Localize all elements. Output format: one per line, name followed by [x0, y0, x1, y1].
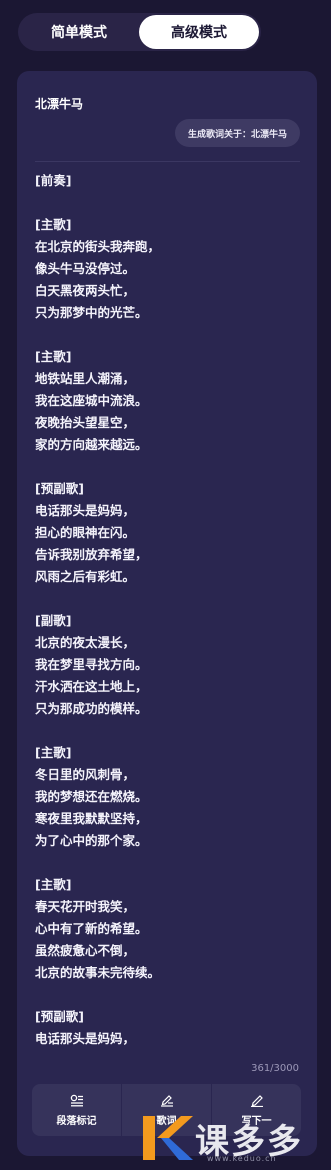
lyrics-editor[interactable]: [前奏] [主歌] 在北京的街头我奔跑， 像头牛马没停过。 白天黑夜两头忙， 只为那梦中的…	[35, 170, 297, 1056]
lyric-line: 像头牛马没停过。	[35, 261, 136, 276]
edit-lyrics-icon	[160, 1095, 173, 1107]
lyric-line	[35, 192, 297, 214]
song-title: 北漂牛马	[35, 97, 84, 111]
lyric-line: [主歌]	[35, 745, 72, 760]
keduoduo-logo-icon	[143, 1116, 193, 1160]
lyric-line	[35, 984, 297, 1006]
lyric-line: 风雨之后有彩虹。	[35, 569, 136, 584]
lyric-line: [主歌]	[35, 349, 72, 364]
paragraph-mark-label: 段落标记	[56, 1116, 97, 1127]
lyric-line	[35, 456, 297, 478]
character-count: 361/3000	[251, 1063, 299, 1074]
mode-switch: 简单模式 高级模式	[18, 13, 261, 51]
lyric-line: 虽然疲惫心不倒，	[35, 943, 136, 958]
lyric-line: 白天黑夜两头忙，	[35, 283, 136, 298]
lyric-line	[35, 852, 297, 874]
lyric-line: 电话那头是妈妈，	[35, 503, 136, 518]
lyric-line: 家的方向越来越远。	[35, 437, 148, 452]
lyric-line: 担心的眼神在闪。	[35, 525, 136, 540]
pencil-icon	[250, 1095, 263, 1107]
lyric-line: 冬日里的风刺骨，	[35, 767, 136, 782]
lyric-line: 告诉我别放弃希望，	[35, 547, 148, 562]
watermark-url: www.keduo.cn	[207, 1154, 277, 1163]
divider	[35, 161, 300, 162]
lyric-line: 只为那梦中的光芒。	[35, 305, 148, 320]
lyric-line: 为了心中的那个家。	[35, 833, 148, 848]
lyric-line	[35, 588, 297, 610]
lyric-line: 我的梦想还在燃烧。	[35, 789, 148, 804]
lyric-line: [主歌]	[35, 877, 72, 892]
lyric-line: 心中有了新的希望。	[35, 921, 148, 936]
tab-advanced-mode[interactable]: 高级模式	[139, 15, 259, 49]
lyric-line	[35, 324, 297, 346]
paragraph-mark-button[interactable]: 段落标记	[32, 1084, 121, 1136]
lyric-line: 夜晚抬头望星空，	[35, 415, 136, 430]
lyric-line: [预副歌]	[35, 481, 84, 496]
lyric-line: 电话那头是妈妈，	[35, 1031, 136, 1046]
lyric-line: 我在这座城中流浪。	[35, 393, 148, 408]
lyric-line: [主歌]	[35, 217, 72, 232]
lyric-line: [前奏]	[35, 173, 72, 188]
paragraph-mark-icon	[70, 1094, 83, 1107]
lyric-line: 春天花开时我笑，	[35, 899, 136, 914]
lyric-line: [预副歌]	[35, 1009, 84, 1024]
keduoduo-watermark: 课多多 www.keduo.cn	[137, 1110, 329, 1166]
lyric-line: 我在梦里寻找方向。	[35, 657, 148, 672]
lyric-line: 北京的夜太漫长，	[35, 635, 136, 650]
lyric-line: 只为那成功的模样。	[35, 701, 148, 716]
lyrics-panel: 北漂牛马 生成歌词关于：北漂牛马 [前奏] [主歌] 在北京的街头我奔跑， 像头牛马没…	[17, 71, 317, 1156]
generate-lyrics-chip[interactable]: 生成歌词关于：北漂牛马	[174, 119, 300, 147]
lyric-line: [副歌]	[35, 613, 72, 628]
lyric-line: 在北京的街头我奔跑，	[35, 239, 161, 254]
lyric-line: 汗水洒在这土地上，	[35, 679, 148, 694]
lyric-line: 北京的故事未完待续。	[35, 965, 161, 980]
lyric-line	[35, 720, 297, 742]
lyric-line: 地铁站里人潮涌，	[35, 371, 136, 386]
tab-simple-mode[interactable]: 简单模式	[20, 15, 138, 49]
lyric-line: 寒夜里我默默坚持，	[35, 811, 148, 826]
